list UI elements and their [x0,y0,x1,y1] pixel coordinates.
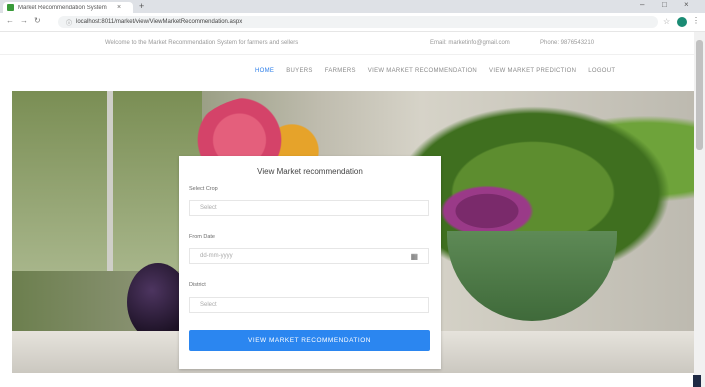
select-crop-dropdown[interactable]: Select [189,200,429,216]
site-favicon-icon [7,4,14,11]
back-icon[interactable]: ← [6,16,14,25]
nav-view-market-recommendation[interactable]: VIEW MARKET RECOMMENDATION [368,68,477,74]
district-label: District [189,282,206,288]
view-market-recommendation-button[interactable]: VIEW MARKET RECOMMENDATION [189,330,430,351]
select-crop-value: Select [200,205,217,211]
browser-tab[interactable]: Market Recommendation System × [3,2,133,13]
nav-farmers[interactable]: FARMERS [325,68,356,74]
maximize-icon[interactable]: □ [662,0,667,9]
minimize-icon[interactable]: – [640,0,644,9]
browser-menu-icon[interactable]: ⋮ [692,16,700,25]
main-navigation: HOME BUYERS FARMERS VIEW MARKET RECOMMEN… [0,55,705,91]
market-recommendation-form: View Market recommendation Select Crop S… [179,156,441,369]
form-title: View Market recommendation [257,167,363,176]
address-bar[interactable]: ⓘ localhost:8011/market/view/ViewMarketR… [58,16,658,28]
top-info-bar: Welcome to the Market Recommendation Sys… [0,32,705,55]
welcome-text: Welcome to the Market Recommendation Sys… [105,40,299,46]
bookmark-star-icon[interactable]: ☆ [663,17,670,26]
tab-close-icon[interactable]: × [117,4,121,11]
tab-title: Market Recommendation System [18,4,107,11]
date-placeholder: dd-mm-yyyy [200,253,233,259]
nav-logout[interactable]: LOGOUT [588,68,615,74]
browser-tab-bar: Market Recommendation System × + – □ × [0,0,705,13]
address-url: localhost:8011/market/view/ViewMarketRec… [76,19,243,25]
date-label: From Date [189,234,215,240]
browser-toolbar: ← → ↻ ⓘ localhost:8011/market/view/ViewM… [0,13,705,32]
nav-buyers[interactable]: BUYERS [286,68,312,74]
calendar-icon[interactable]: ▦ [410,252,418,261]
nav-view-market-prediction[interactable]: VIEW MARKET PREDICTION [489,68,576,74]
select-crop-label: Select Crop [189,186,218,192]
nav-home[interactable]: HOME [255,68,274,74]
date-input[interactable]: dd-mm-yyyy ▦ [189,248,429,264]
scrollbar-thumb[interactable] [696,40,703,150]
page-scrollbar[interactable] [694,32,705,387]
forward-icon[interactable]: → [20,16,28,25]
district-value: Select [200,302,217,308]
reload-icon[interactable]: ↻ [34,16,41,25]
contact-email[interactable]: Email: marketinfo@gmail.com [430,40,510,46]
contact-phone: Phone: 9876543210 [540,40,595,46]
info-icon: ⓘ [66,20,73,27]
new-tab-button[interactable]: + [139,1,144,11]
profile-avatar[interactable] [677,17,687,27]
corner-element [693,375,701,387]
district-dropdown[interactable]: Select [189,297,429,313]
window-close-icon[interactable]: × [684,0,689,9]
